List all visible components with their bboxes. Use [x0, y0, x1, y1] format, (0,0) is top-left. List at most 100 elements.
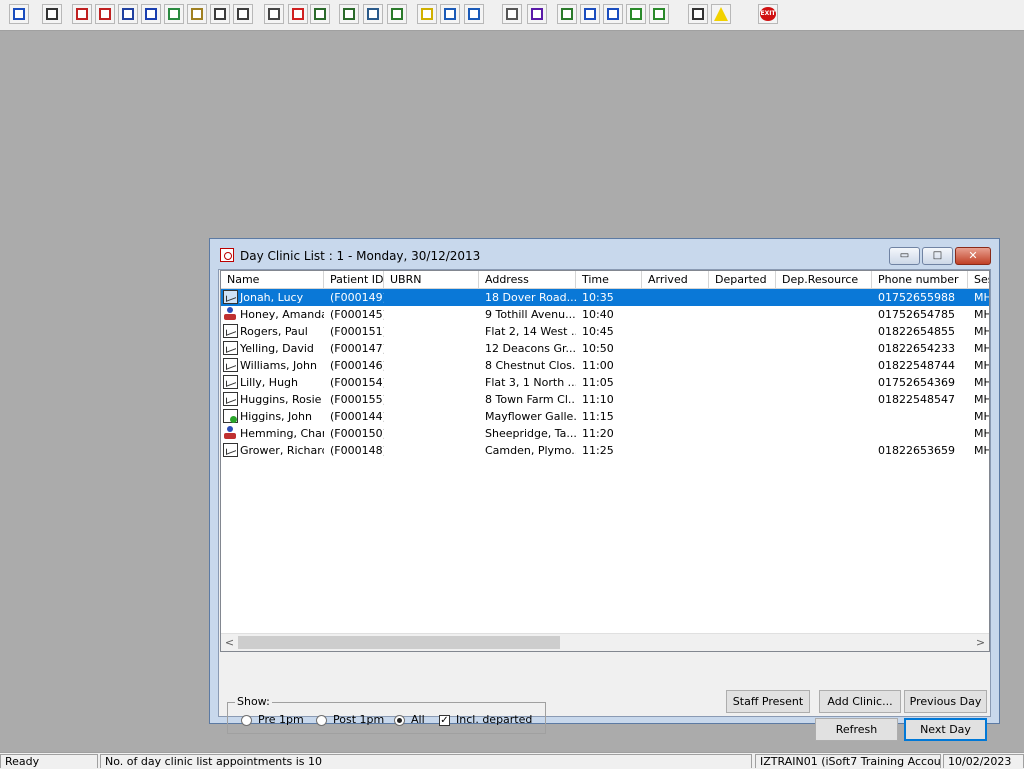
- cell-name: Yelling, David: [240, 342, 314, 355]
- staff-button[interactable]: [9, 4, 29, 24]
- window-list-button[interactable]: [363, 4, 383, 24]
- scroll-left-button[interactable]: <: [221, 634, 238, 651]
- table-row[interactable]: Jonah, Lucy (F000149) 18 Dover Road... 10:3…: [221, 289, 990, 306]
- next-day-button[interactable]: Next Day: [904, 718, 987, 741]
- table-row[interactable]: Rogers, Paul (F000151) Flat 2, 14 West ...…: [221, 323, 989, 340]
- person-green-button[interactable]: [164, 4, 184, 24]
- horizontal-scrollbar[interactable]: < >: [221, 633, 989, 651]
- table-row[interactable]: Honey, Amanda (F000145) 9 Tothill Avenu...…: [221, 306, 989, 323]
- column-header-patient-id[interactable]: Patient ID: [324, 271, 384, 288]
- monitor-icon: [314, 8, 326, 20]
- person-car-button[interactable]: [464, 4, 484, 24]
- cell-departed: [709, 442, 776, 459]
- document-button[interactable]: [502, 4, 522, 24]
- table-row[interactable]: Williams, John (F000146) 8 Chestnut Clos..…: [221, 357, 989, 374]
- previous-day-button[interactable]: Previous Day: [904, 690, 987, 713]
- radio-post-1pm-dot: [316, 714, 327, 726]
- cell-departed: [709, 323, 776, 340]
- envelope-cross-button[interactable]: [264, 4, 284, 24]
- notepad-button[interactable]: [187, 4, 207, 24]
- card-icon: [214, 8, 226, 20]
- letter-m-button[interactable]: [141, 4, 161, 24]
- cell-arrived: [642, 323, 709, 340]
- card-button[interactable]: [210, 4, 230, 24]
- column-header-phone-number[interactable]: Phone number: [872, 271, 968, 288]
- add-clinic-button[interactable]: Add Clinic...: [819, 690, 901, 713]
- column-header-time[interactable]: Time: [576, 271, 642, 288]
- cell-time: 10:45: [582, 325, 614, 338]
- screen-list-button[interactable]: [118, 4, 138, 24]
- cell-ses: MH: [974, 291, 990, 304]
- cell-address: Flat 3, 1 North ...: [485, 376, 576, 389]
- staff-present-button[interactable]: Staff Present: [726, 690, 810, 713]
- printer-button[interactable]: [42, 4, 62, 24]
- form-green-button[interactable]: [649, 4, 669, 24]
- cell-ses: MH: [974, 427, 990, 440]
- radio-post-1pm[interactable]: Post 1pm: [316, 713, 384, 727]
- form-arrow-button[interactable]: [626, 4, 646, 24]
- cell-name: Rogers, Paul: [240, 325, 308, 338]
- form-green-icon: [653, 8, 665, 20]
- column-header-ses[interactable]: Ses: [968, 271, 989, 288]
- cell-name: Huggins, Rosie: [240, 393, 322, 406]
- globe-clock-button[interactable]: [387, 4, 407, 24]
- column-header-dep-resource[interactable]: Dep.Resource: [776, 271, 872, 288]
- form-check-button[interactable]: [603, 4, 623, 24]
- monitor-button[interactable]: [310, 4, 330, 24]
- column-header-address[interactable]: Address: [479, 271, 576, 288]
- cell-ubrn: [384, 408, 479, 425]
- refresh-button[interactable]: Refresh: [815, 718, 898, 741]
- cell-time: 11:05: [582, 376, 614, 389]
- red-book-button[interactable]: [72, 4, 92, 24]
- maximize-button[interactable]: □: [922, 247, 953, 265]
- cell-ubrn: [384, 340, 479, 357]
- cell-depres: [776, 442, 872, 459]
- table-row[interactable]: Yelling, David (F000147) 12 Deacons Gr... 1…: [221, 340, 989, 357]
- minimize-button[interactable]: ▭: [889, 247, 920, 265]
- main-toolbar: EXIT: [0, 0, 1024, 31]
- window-chart-button[interactable]: [339, 4, 359, 24]
- radio-pre-1pm[interactable]: Pre 1pm: [241, 713, 304, 727]
- edit-book-button[interactable]: [95, 4, 115, 24]
- table-row[interactable]: Higgins, John (F000144) Mayflower Galle...…: [221, 408, 989, 425]
- cell-address: 12 Deacons Gr...: [485, 342, 576, 355]
- car-button[interactable]: [440, 4, 460, 24]
- car-icon: [444, 8, 456, 20]
- scroll-right-button[interactable]: >: [972, 634, 989, 651]
- window-titlebar[interactable]: Day Clinic List : 1 - Monday, 30/12/2013…: [210, 239, 999, 269]
- cell-phone: 01822548547: [878, 393, 955, 406]
- table-row[interactable]: Grower, Richard (F000148) Camden, Plymo...…: [221, 442, 989, 459]
- incl-departed-checkbox[interactable]: ✓ Incl. departed: [439, 713, 532, 727]
- cell-depres: [776, 357, 872, 374]
- table-row[interactable]: Hemming, Char... (F000150) Sheepridge, Ta.…: [221, 425, 990, 442]
- cell-departed: [709, 425, 776, 442]
- radio-all[interactable]: All: [394, 713, 425, 727]
- cell-departed: [709, 374, 776, 391]
- column-header-name[interactable]: Name: [221, 271, 324, 288]
- form-down-button[interactable]: [580, 4, 600, 24]
- cell-ubrn: [384, 357, 479, 374]
- table-row[interactable]: Lilly, Hugh (F000154) Flat 3, 1 North ... 1…: [221, 374, 989, 391]
- cell-ubrn: [384, 425, 479, 442]
- clinic-list-view[interactable]: Name Patient ID UBRN Address Time Arrived Depa…: [220, 270, 990, 652]
- table-row[interactable]: Huggins, Rosie (F000155) 8 Town Farm Cl...…: [221, 391, 990, 408]
- column-header-arrived[interactable]: Arrived: [642, 271, 709, 288]
- cell-depres: [776, 306, 872, 323]
- form-check-icon: [607, 8, 619, 20]
- bar-chart-button[interactable]: [527, 4, 547, 24]
- close-button[interactable]: ✕: [955, 247, 991, 265]
- sticky-note-button[interactable]: [417, 4, 437, 24]
- column-header-departed[interactable]: Departed: [709, 271, 776, 288]
- cell-address: Camden, Plymo...: [485, 444, 576, 457]
- globe-button[interactable]: [557, 4, 577, 24]
- cell-ses: MH: [974, 393, 990, 406]
- warning-button[interactable]: [711, 4, 731, 24]
- cell-depres: [776, 289, 872, 306]
- clock-icon: [292, 8, 304, 20]
- scroll-thumb[interactable]: [238, 636, 560, 649]
- exit-button[interactable]: EXIT: [758, 4, 778, 24]
- column-header-ubrn[interactable]: UBRN: [384, 271, 479, 288]
- swap-arrows-button[interactable]: [688, 4, 708, 24]
- card-flag-button[interactable]: [233, 4, 253, 24]
- clock-button[interactable]: [288, 4, 308, 24]
